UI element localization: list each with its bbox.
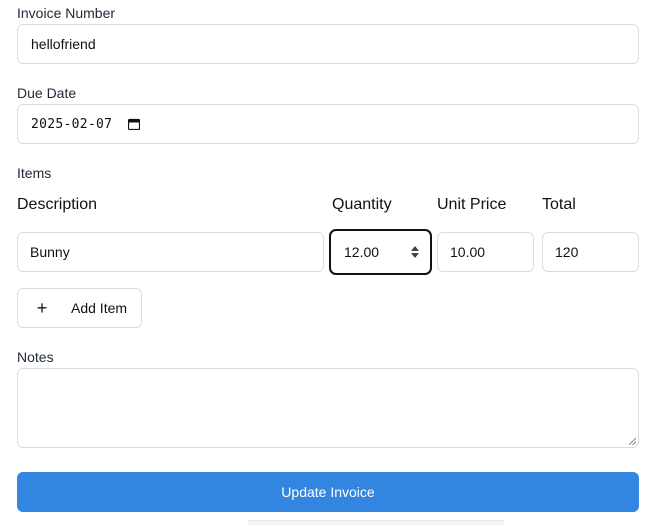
description-header: Description <box>17 196 98 213</box>
items-label: Items <box>17 165 52 181</box>
item-description-value: Bunny <box>30 244 70 260</box>
due-date-value: 2025-02-07 <box>31 116 113 132</box>
notes-textarea[interactable] <box>17 368 639 448</box>
invoice-number-input[interactable]: hellofriend <box>17 24 639 64</box>
update-invoice-button[interactable]: Update Invoice <box>17 472 639 512</box>
item-description-input[interactable]: Bunny <box>17 232 324 272</box>
quantity-header: Quantity <box>332 196 392 213</box>
due-date-label: Due Date <box>17 85 77 101</box>
update-invoice-label: Update Invoice <box>281 484 375 500</box>
add-item-button[interactable]: + Add Item <box>17 288 142 328</box>
add-item-label: Add Item <box>71 300 128 316</box>
total-header: Total <box>542 196 576 213</box>
stepper-down-icon[interactable] <box>411 253 419 258</box>
item-total-value: 120 <box>555 244 579 260</box>
due-date-input[interactable]: 2025-02-07 <box>17 104 639 144</box>
bottom-divider <box>248 520 504 525</box>
plus-icon: + <box>36 298 48 318</box>
invoice-number-label: Invoice Number <box>17 5 116 21</box>
invoice-form: Invoice Number hellofriend Due Date 2025… <box>0 0 653 525</box>
item-unit-price-input[interactable]: 10.00 <box>437 232 534 272</box>
quantity-stepper[interactable] <box>410 246 420 258</box>
item-quantity-input[interactable]: 12.00 <box>329 229 432 275</box>
item-unit-price-value: 10.00 <box>450 244 486 260</box>
notes-label: Notes <box>17 349 54 365</box>
item-quantity-value: 12.00 <box>344 244 380 260</box>
resize-handle-icon[interactable] <box>628 437 636 445</box>
stepper-up-icon[interactable] <box>411 246 419 251</box>
unit-price-header: Unit Price <box>437 196 507 213</box>
invoice-number-value: hellofriend <box>31 36 96 52</box>
calendar-icon[interactable] <box>128 118 141 130</box>
item-total-field[interactable]: 120 <box>542 232 639 272</box>
